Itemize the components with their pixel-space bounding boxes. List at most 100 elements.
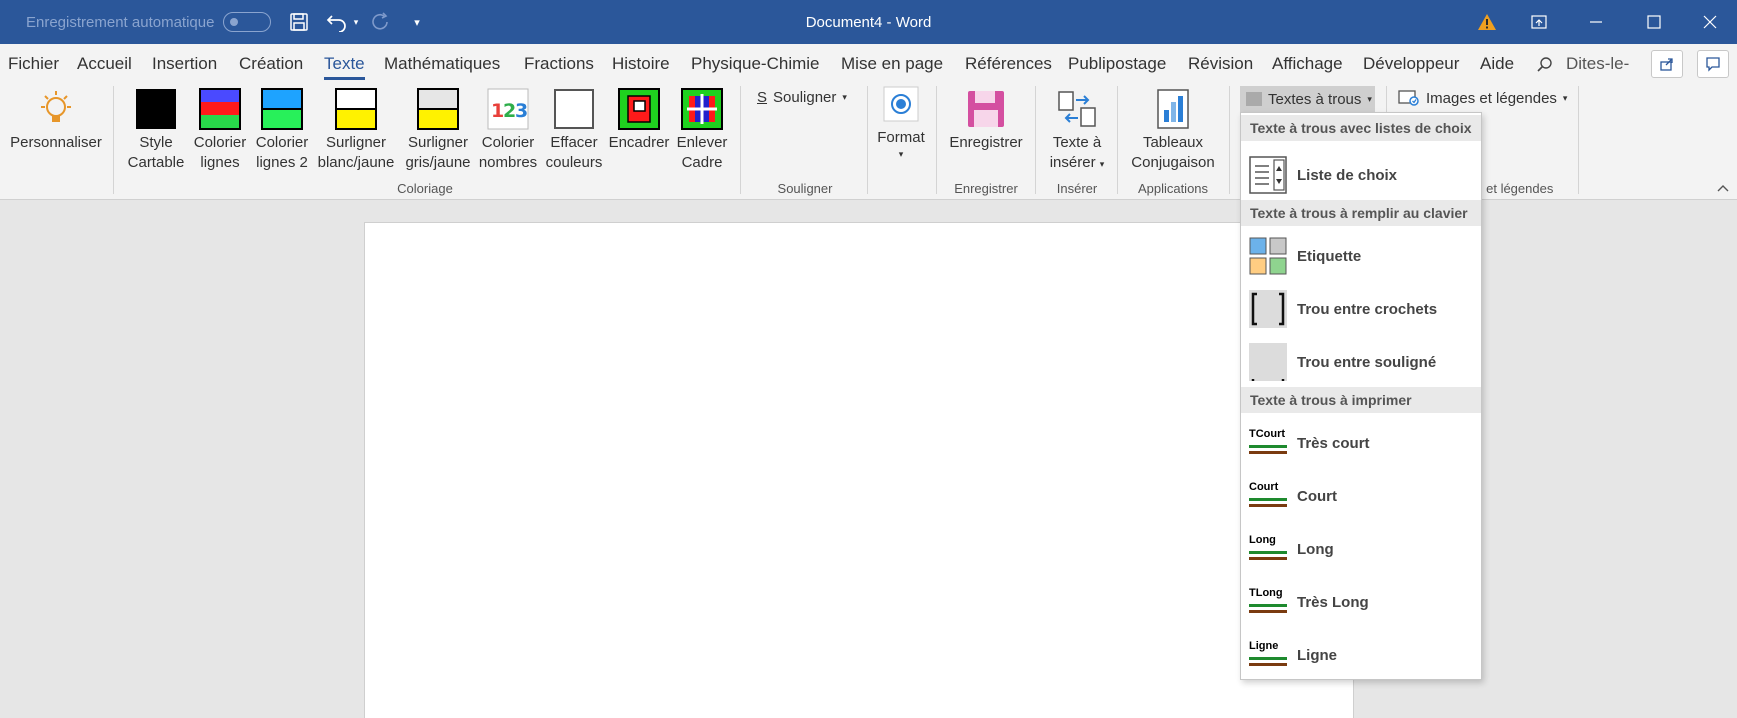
menu-item-tres-long[interactable]: TLong Très Long xyxy=(1241,577,1481,627)
tab-affichage[interactable]: Affichage xyxy=(1272,54,1343,74)
menu-item-liste-de-choix[interactable]: Liste de choix xyxy=(1241,150,1481,200)
souligner-button[interactable]: S Souligner ▾ xyxy=(757,89,847,106)
textes-a-trous-icon xyxy=(1246,92,1262,106)
button-label-line1: Enlever xyxy=(676,134,728,151)
icon-tag: Court xyxy=(1249,481,1279,493)
button-label-line2: lignes xyxy=(200,154,240,171)
collapse-ribbon-icon[interactable] xyxy=(1717,179,1729,195)
enlever-cadre-button[interactable]: Enlever Cadre xyxy=(670,88,734,173)
chevron-down-icon: ▾ xyxy=(898,149,904,159)
chevron-down-icon: ▾ xyxy=(1367,93,1372,104)
image-caption-icon xyxy=(1398,90,1419,106)
colorier-nombres-button[interactable]: 123 Colorier nombres xyxy=(476,88,540,173)
menu-item-etiquette[interactable]: Etiquette xyxy=(1241,231,1481,281)
texte-a-inserer-button[interactable]: Texte à insérer ▾ xyxy=(1040,88,1114,174)
etiquette-grid-icon xyxy=(1249,237,1287,275)
enregistrer-button[interactable]: Enregistrer xyxy=(942,88,1030,153)
textes-a-trous-dropdown: Texte à trous avec listes de choix Liste… xyxy=(1240,112,1482,680)
tableaux-conjugaison-button[interactable]: Tableaux Conjugaison xyxy=(1124,88,1222,173)
menu-item-ligne[interactable]: Ligne Ligne xyxy=(1241,630,1481,680)
tab-aide[interactable]: Aide xyxy=(1480,54,1514,74)
personnaliser-button[interactable]: Personnaliser xyxy=(8,88,104,153)
undo-dropdown-icon[interactable]: ▾ xyxy=(351,0,361,44)
separator xyxy=(936,86,937,194)
group-label-souligner: Souligner xyxy=(777,181,833,196)
document-page[interactable] xyxy=(364,222,1354,718)
button-label-line1: Encadrer xyxy=(608,134,670,151)
icon-tag: Ligne xyxy=(1249,640,1279,652)
maximize-icon[interactable] xyxy=(1631,0,1677,44)
tres-court-icon: TCourt xyxy=(1249,424,1287,462)
separator xyxy=(1035,86,1036,194)
tab-developpeur[interactable]: Développeur xyxy=(1363,54,1459,74)
redo-icon[interactable] xyxy=(368,0,394,44)
tab-texte[interactable]: Texte xyxy=(324,54,365,80)
tab-publipostage[interactable]: Publipostage xyxy=(1068,54,1166,74)
tab-fractions[interactable]: Fractions xyxy=(524,54,594,74)
undo-icon[interactable] xyxy=(324,0,350,44)
tab-histoire[interactable]: Histoire xyxy=(612,54,670,74)
encadrer-button[interactable]: Encadrer xyxy=(607,88,671,153)
warning-icon[interactable] xyxy=(1474,0,1500,44)
tab-revision[interactable]: Révision xyxy=(1188,54,1253,74)
group-label-applications: Applications xyxy=(1137,181,1209,196)
chevron-down-icon: ▾ xyxy=(1562,92,1568,103)
tab-fichier[interactable]: Fichier xyxy=(8,54,59,74)
ribbon-display-options-icon[interactable] xyxy=(1516,0,1562,44)
textes-a-trous-button[interactable]: Textes à trous ▾ xyxy=(1240,86,1375,112)
icon-tag: Long xyxy=(1249,534,1276,546)
souligner-label: Souligner xyxy=(773,89,837,106)
button-label-line2: insérer ▾ xyxy=(1040,153,1114,174)
svg-text:3: 3 xyxy=(515,100,528,122)
menu-item-trou-entre-souligne[interactable]: Trou entre souligné xyxy=(1241,337,1481,387)
button-label-line2: Cartable xyxy=(127,154,185,171)
list-box-icon xyxy=(1249,156,1287,194)
style-cartable-button[interactable]: Style Cartable xyxy=(124,88,188,173)
colorier-nombres-icon: 123 xyxy=(487,88,529,130)
button-label-line2: gris/jaune xyxy=(405,154,471,171)
effacer-couleurs-button[interactable]: Effacer couleurs xyxy=(541,88,607,173)
customize-toolbar-icon[interactable]: ▾ xyxy=(410,0,424,44)
surligner-gris-jaune-button[interactable]: Surligner gris/jaune xyxy=(400,88,476,173)
button-label-line2: Cadre xyxy=(681,154,723,171)
menu-item-trou-entre-crochets[interactable]: Trou entre crochets xyxy=(1241,284,1481,334)
menu-item-label: Ligne xyxy=(1297,646,1337,664)
button-label-line2: nombres xyxy=(478,154,538,171)
separator xyxy=(1578,86,1579,194)
surligner-blanc-jaune-button[interactable]: Surligner blanc/jaune xyxy=(314,88,398,173)
tab-mathematiques[interactable]: Mathématiques xyxy=(384,54,500,74)
tab-accueil[interactable]: Accueil xyxy=(77,54,132,74)
close-icon[interactable] xyxy=(1687,0,1733,44)
icon-tag: TLong xyxy=(1249,587,1283,599)
button-label-line2: lignes 2 xyxy=(256,154,308,171)
separator xyxy=(1117,86,1118,194)
underline-s-icon: S xyxy=(757,89,768,106)
comments-button[interactable] xyxy=(1697,50,1729,78)
group-label-coloriage: Coloriage xyxy=(397,181,453,196)
ligne-icon: Ligne xyxy=(1249,636,1287,674)
save-icon[interactable] xyxy=(287,0,311,44)
format-button[interactable]: Format ▾ xyxy=(870,86,932,160)
colorier-lignes-button[interactable]: Colorier lignes xyxy=(189,88,251,173)
colorier-lignes-2-button[interactable]: Colorier lignes 2 xyxy=(251,88,313,173)
autosave-toggle[interactable] xyxy=(223,12,271,32)
tab-creation[interactable]: Création xyxy=(239,54,303,74)
tab-physique-chimie[interactable]: Physique-Chimie xyxy=(691,54,820,74)
tab-mise-en-page[interactable]: Mise en page xyxy=(841,54,943,74)
menu-item-court[interactable]: Court Court xyxy=(1241,471,1481,521)
menu-item-label: Très court xyxy=(1297,434,1370,452)
long-icon: Long xyxy=(1249,530,1287,568)
lightbulb-search-icon[interactable] xyxy=(1536,56,1554,79)
images-et-legendes-button[interactable]: Images et légendes ▾ xyxy=(1398,89,1567,107)
menu-item-label: Court xyxy=(1297,487,1337,505)
share-button[interactable] xyxy=(1651,50,1683,78)
tab-references[interactable]: Références xyxy=(965,54,1052,74)
menu-item-long[interactable]: Long Long xyxy=(1241,524,1481,574)
menu-item-tres-court[interactable]: TCourt Très court xyxy=(1241,418,1481,468)
minimize-icon[interactable] xyxy=(1573,0,1619,44)
button-label-line1: Colorier xyxy=(255,134,309,151)
inserer-label: insérer xyxy=(1049,154,1096,171)
chevron-down-icon: ▾ xyxy=(1099,159,1105,169)
tell-me-input[interactable]: Dites-le- xyxy=(1566,54,1629,74)
tab-insertion[interactable]: Insertion xyxy=(152,54,217,74)
